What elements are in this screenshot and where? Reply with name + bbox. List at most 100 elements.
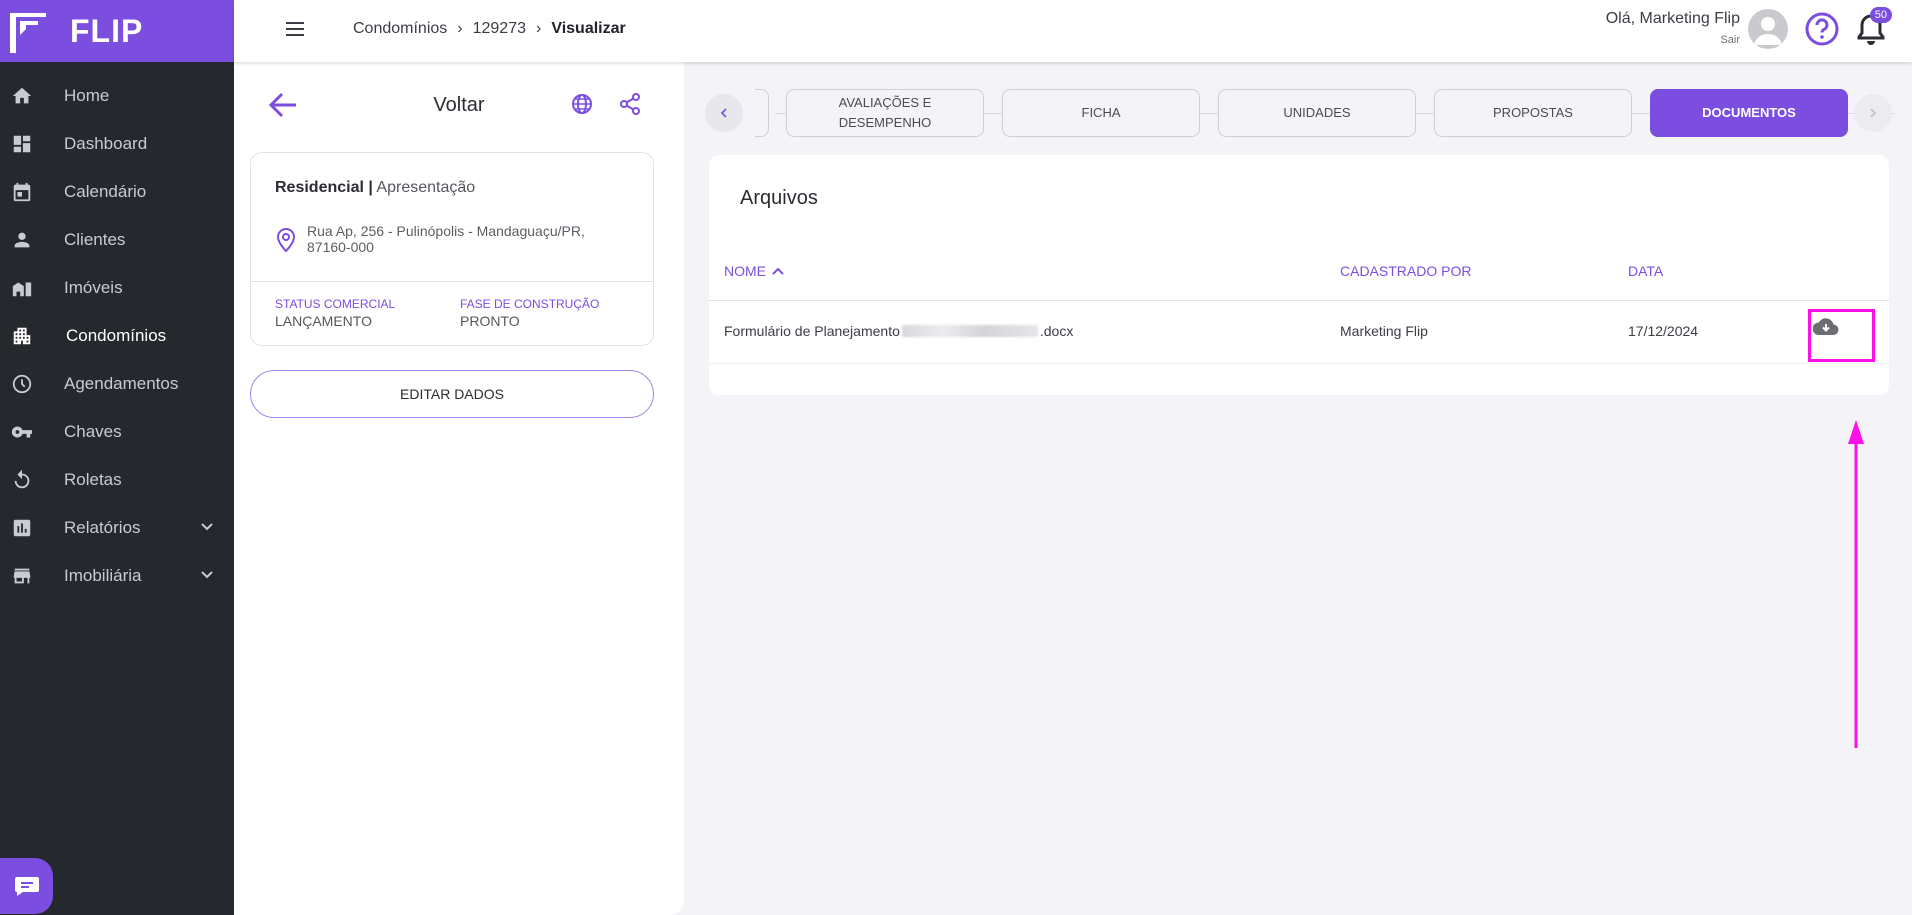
user-greeting: Olá, Marketing Flip: [1605, 10, 1740, 27]
sidebar-item-imoveis[interactable]: Imóveis: [0, 264, 234, 312]
sidebar-item-clientes[interactable]: Clientes: [0, 216, 234, 264]
property-address: Rua Ap, 256 - Pulinópolis - Mandaguaçu/P…: [307, 223, 627, 255]
home-icon: [10, 84, 34, 108]
sidebar-item-label: Roletas: [64, 470, 122, 489]
location-pin-icon: [276, 227, 296, 253]
annotation-arrow-icon: [1848, 420, 1864, 748]
sidebar-item-label: Clientes: [64, 230, 126, 249]
sidebar-item-imobiliaria[interactable]: Imobiliária: [0, 552, 234, 600]
tab-unidades[interactable]: UNIDADES: [1218, 89, 1416, 137]
share-icon[interactable]: [618, 92, 642, 116]
registered-by-cell: Marketing Flip: [1340, 323, 1428, 339]
chevron-left-icon: [720, 108, 727, 118]
sidebar-item-calendario[interactable]: Calendário: [0, 168, 234, 216]
tabs-scroll-right-button[interactable]: [1854, 94, 1892, 132]
tabs-scroll-left-button[interactable]: [705, 94, 743, 132]
file-name-cell: Formulário de Planejamento .docx: [724, 323, 1073, 339]
property-subtitle: Apresentação: [376, 179, 476, 196]
file-name-prefix: Formulário de Planejamento: [724, 323, 900, 339]
property-info-card: Residencial | Apresentação Rua Ap, 256 -…: [250, 152, 654, 346]
property-category: Residencial |: [275, 179, 373, 196]
avatar[interactable]: [1748, 9, 1788, 49]
column-header-registered-by[interactable]: CADASTRADO POR: [1340, 263, 1471, 279]
rotate-icon: [10, 468, 34, 492]
sidebar: FLIP Home Dashboard Calendário Clientes …: [0, 0, 234, 915]
sidebar-item-agendamentos[interactable]: Agendamentos: [0, 360, 234, 408]
breadcrumb: Condomínios › 129273 › Visualizar: [353, 20, 626, 38]
chat-icon: [14, 877, 39, 896]
breadcrumb-item-id[interactable]: 129273: [473, 20, 526, 38]
sidebar-item-chaves[interactable]: Chaves: [0, 408, 234, 456]
column-header-name[interactable]: NOME: [724, 263, 784, 279]
breadcrumb-item-current: Visualizar: [551, 20, 626, 37]
address-line: Rua Ap, 256 - Pulinópolis - Mandaguaçu/P…: [307, 223, 585, 239]
address-postal-code: 87160-000: [307, 239, 374, 255]
fase-construcao-label: FASE DE CONSTRUÇÃO: [460, 297, 600, 311]
sidebar-item-condominios[interactable]: Condomínios: [0, 312, 234, 360]
sidebar-item-dashboard[interactable]: Dashboard: [0, 120, 234, 168]
sidebar-item-roletas[interactable]: Roletas: [0, 456, 234, 504]
flip-logo-icon: [10, 13, 46, 53]
tab-label-line: AVALIAÇÕES E: [838, 95, 932, 110]
globe-icon[interactable]: [570, 92, 594, 116]
sidebar-nav: Home Dashboard Calendário Clientes Imóve…: [0, 62, 234, 600]
key-icon: [10, 420, 34, 444]
store-icon: [10, 564, 34, 588]
help-icon[interactable]: [1804, 11, 1840, 47]
chevron-down-icon: [201, 523, 213, 531]
status-comercial-value: LANÇAMENTO: [275, 313, 372, 329]
breadcrumb-separator-icon: ›: [457, 20, 463, 37]
notification-badge: 50: [1869, 7, 1892, 23]
dashboard-icon: [10, 132, 34, 156]
tab-label: AVALIAÇÕES E DESEMPENHO: [839, 93, 932, 133]
divider: [251, 281, 653, 282]
sidebar-item-label: Calendário: [64, 182, 147, 201]
files-title: Arquivos: [740, 187, 818, 209]
brand-logo[interactable]: FLIP: [0, 0, 234, 62]
breadcrumb-separator-icon: ›: [536, 20, 542, 37]
chat-button[interactable]: [0, 858, 53, 914]
apartment-icon: [10, 324, 34, 348]
tab-propostas[interactable]: PROPOSTAS: [1434, 89, 1632, 137]
person-icon: [10, 228, 34, 252]
column-header-label: NOME: [724, 263, 766, 279]
tab-partial[interactable]: [755, 89, 769, 137]
chevron-right-icon: [1870, 108, 1877, 118]
menu-icon[interactable]: [284, 19, 306, 39]
tab-avaliacoes[interactable]: AVALIAÇÕES E DESEMPENHO: [786, 89, 984, 137]
highlight-box: [1808, 309, 1875, 362]
redacted-text: [901, 325, 1038, 337]
sidebar-item-label: Home: [64, 86, 110, 105]
divider: [709, 363, 1889, 364]
edit-data-button[interactable]: EDITAR DADOS: [250, 370, 654, 418]
topbar: Condomínios › 129273 › Visualizar Olá, M…: [234, 0, 1912, 62]
status-comercial-label: STATUS COMERCIAL: [275, 297, 396, 311]
sort-ascending-icon: [772, 267, 784, 275]
clock-icon: [10, 372, 34, 396]
fase-construcao-value: PRONTO: [460, 313, 520, 329]
file-name-suffix: .docx: [1039, 323, 1074, 339]
property-type: Residencial | Apresentação: [275, 179, 475, 197]
sidebar-item-label: Dashboard: [64, 134, 148, 153]
column-header-date[interactable]: DATA: [1628, 263, 1663, 279]
sidebar-item-label: Chaves: [64, 422, 122, 441]
files-card: Arquivos NOME CADASTRADO POR DATA Formul…: [709, 155, 1889, 395]
sidebar-item-label: Condomínios: [66, 326, 167, 345]
detail-panel: Voltar Residencial | Apresentação Rua Ap…: [234, 62, 684, 915]
divider: [709, 300, 1889, 301]
calendar-icon: [10, 180, 34, 204]
user-avatar-icon: [1754, 17, 1782, 45]
brand-name: FLIP: [70, 12, 144, 49]
tab-documentos[interactable]: DOCUMENTOS: [1650, 89, 1848, 137]
chart-icon: [10, 516, 34, 540]
sidebar-item-label: Agendamentos: [64, 374, 179, 393]
buildings-icon: [10, 276, 34, 300]
back-label[interactable]: Voltar: [234, 94, 684, 117]
sidebar-item-label: Relatórios: [64, 518, 141, 537]
sidebar-item-relatorios[interactable]: Relatórios: [0, 504, 234, 552]
sidebar-item-home[interactable]: Home: [0, 72, 234, 120]
sidebar-item-label: Imobiliária: [64, 566, 142, 585]
tab-ficha[interactable]: FICHA: [1002, 89, 1200, 137]
breadcrumb-item-condominios[interactable]: Condomínios: [353, 20, 447, 38]
logout-link[interactable]: Sair: [1720, 34, 1740, 46]
